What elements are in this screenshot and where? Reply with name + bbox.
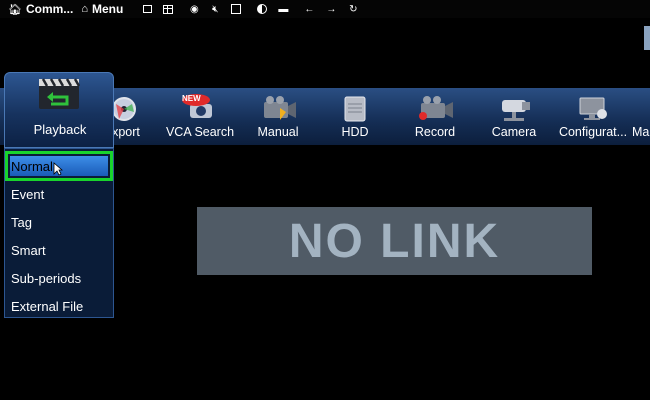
menu-item-manual[interactable]: Manual: [248, 88, 308, 145]
screen-icon[interactable]: [227, 0, 245, 18]
menu-item-configuration[interactable]: Configurat...: [553, 88, 633, 145]
refresh-icon[interactable]: ↻: [344, 0, 362, 18]
arrow-left-icon[interactable]: ←: [300, 0, 318, 18]
playback-label: Playback: [33, 122, 87, 137]
camera-icon[interactable]: ▬: [274, 0, 292, 18]
hdd-icon: [344, 96, 366, 122]
home-icon: 🏠︎: [8, 3, 22, 16]
contrast-icon[interactable]: [253, 0, 271, 18]
no-link-text: NO LINK: [288, 214, 501, 268]
menu-item-label: Camera: [491, 125, 537, 139]
single-view-icon[interactable]: [138, 0, 156, 18]
menu-item-camera[interactable]: Camera: [484, 88, 544, 145]
comm-button[interactable]: 🏠︎ Comm...: [8, 0, 73, 18]
manual-record-camera-icon: [264, 96, 296, 120]
menu-item-label: Ma: [632, 125, 650, 139]
submenu-item-external-file[interactable]: External File: [11, 299, 83, 314]
menu-item-vca-search[interactable]: NEW VCA Search: [160, 88, 240, 145]
menu-item-label: Configurat...: [558, 125, 628, 139]
audio-mute-icon[interactable]: 🔇︎: [206, 0, 224, 18]
record-toggle-icon[interactable]: ◉: [185, 0, 203, 18]
submenu-item-tag[interactable]: Tag: [11, 215, 32, 230]
home-icon: ⌂: [81, 3, 88, 15]
no-link-banner: NO LINK: [197, 207, 592, 275]
menu-button[interactable]: ⌂ Menu: [81, 0, 123, 18]
window-edge: [644, 26, 650, 50]
submenu-item-smart[interactable]: Smart: [11, 243, 46, 258]
cctv-camera-icon: [502, 100, 530, 121]
configuration-monitor-icon: [579, 97, 607, 120]
comm-label: Comm...: [25, 2, 74, 16]
arrow-right-icon[interactable]: →: [322, 0, 340, 18]
submenu-item-normal[interactable]: Normal: [11, 159, 53, 174]
menu-item-record[interactable]: Record: [405, 88, 465, 145]
playback-submenu: Normal Event Tag Smart Sub-periods Exter…: [4, 148, 114, 318]
menu-item-hdd[interactable]: HDD: [330, 88, 380, 145]
menu-item-label: Record: [414, 125, 456, 139]
menu-item-label: Manual: [257, 125, 299, 139]
menu-item-playback[interactable]: Playback: [4, 72, 114, 148]
menu-label: Menu: [91, 2, 124, 16]
top-toolbar: 🏠︎ Comm... ⌂ Menu ◉ 🔇︎ ▬ ← → ↻: [0, 0, 650, 18]
multi-view-icon[interactable]: [159, 0, 177, 18]
new-badge: NEW: [182, 94, 201, 103]
menu-item-maintenance[interactable]: Ma: [632, 88, 650, 145]
menu-item-label: VCA Search: [165, 125, 235, 139]
submenu-item-sub-periods[interactable]: Sub-periods: [11, 271, 81, 286]
record-camera-icon: [419, 96, 453, 120]
submenu-item-event[interactable]: Event: [11, 187, 44, 202]
menu-item-label: HDD: [341, 125, 369, 139]
clapperboard-icon: [39, 78, 81, 109]
mouse-cursor-icon: [53, 162, 63, 176]
